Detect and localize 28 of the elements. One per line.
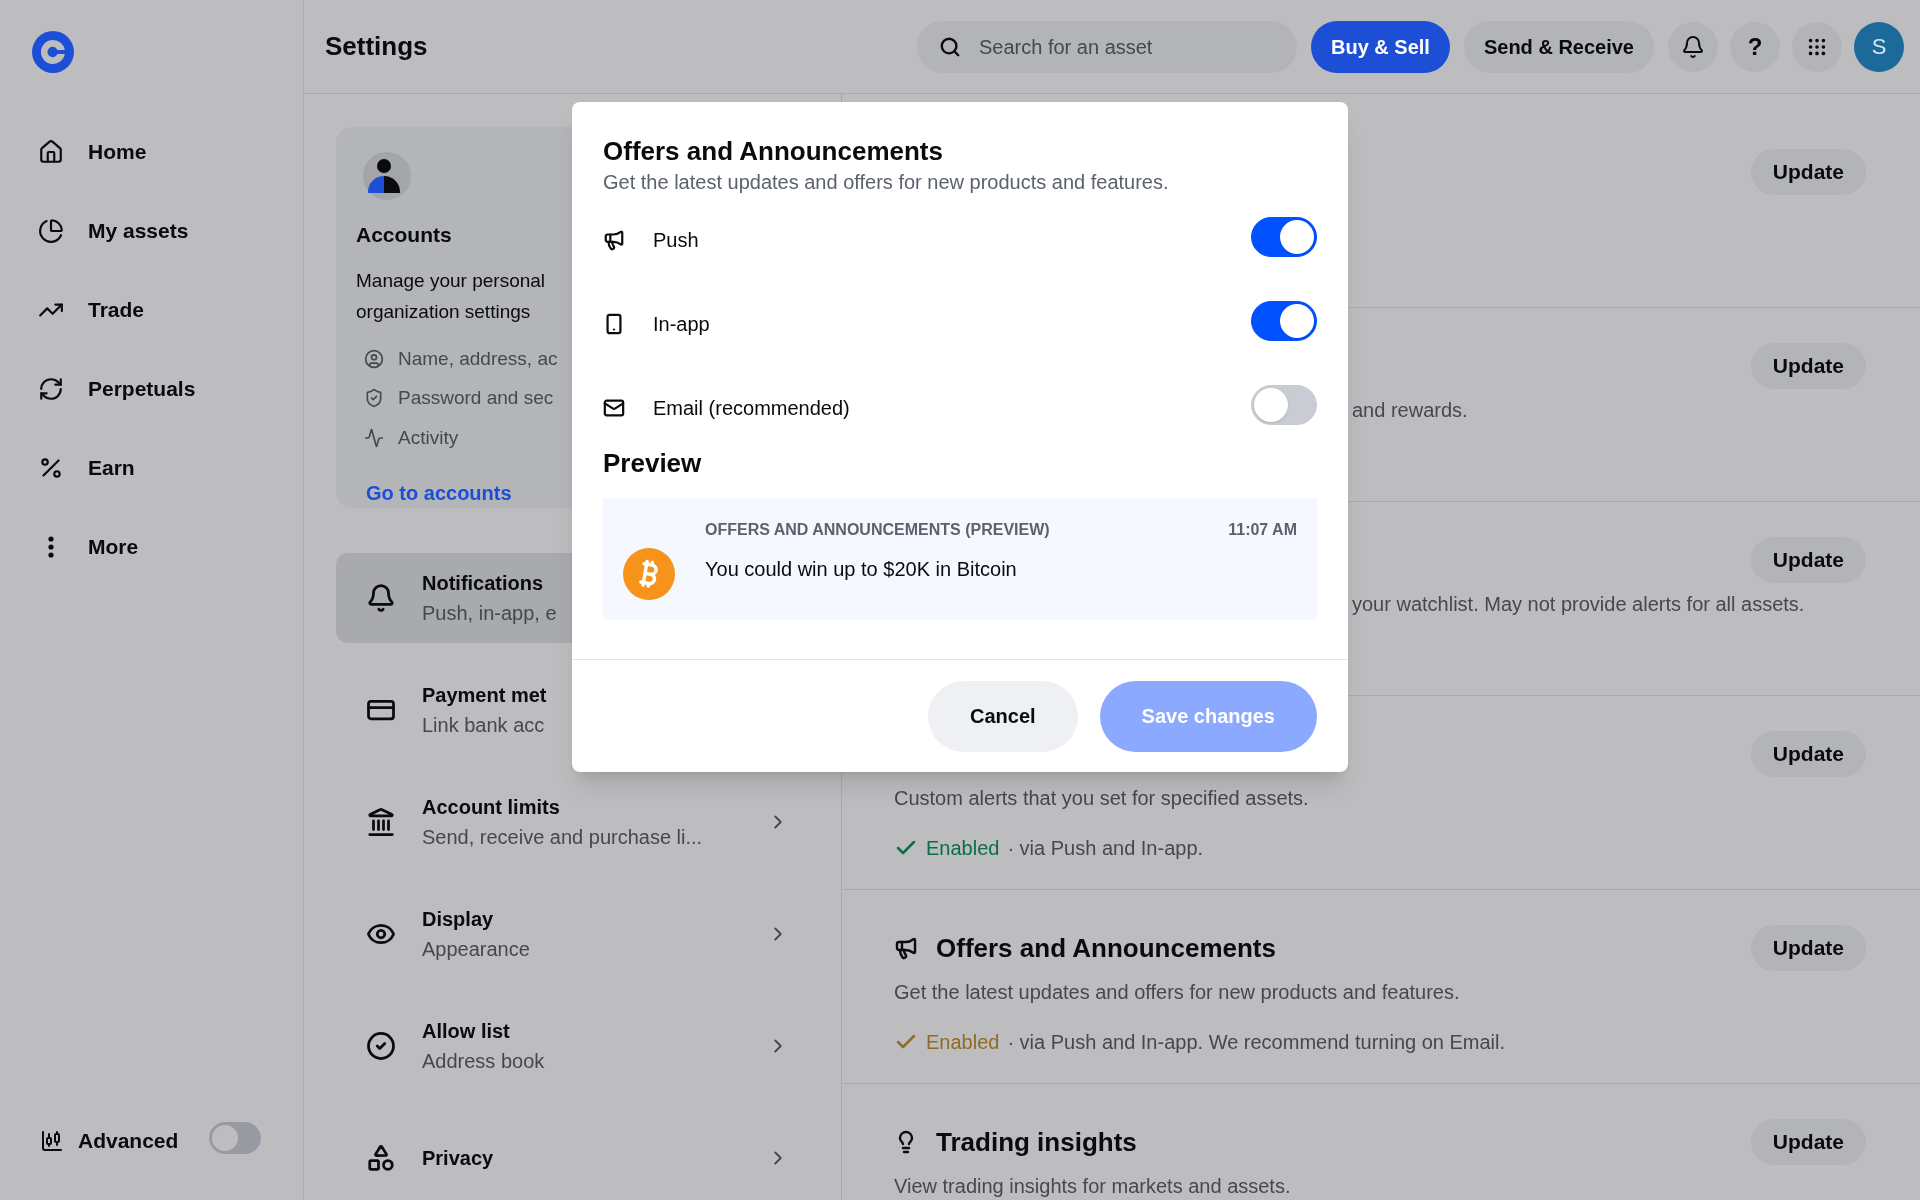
channel-label: Email (recommended) (653, 396, 850, 421)
advanced-label: Advanced (78, 1128, 179, 1155)
preview-message: You could win up to $20K in Bitcoin (705, 557, 1018, 582)
section-description: Get the latest updates and offers for new products and features. (894, 980, 1460, 1004)
status-label: Enabled (926, 836, 1000, 861)
section-description: View trading insights for markets and assets. (894, 1174, 1291, 1198)
card-description: organization settings (356, 299, 531, 324)
status-detail: · via Push and In-app. (1007, 836, 1204, 861)
section-description: your watchlist. May not provide alerts for all assets. (1352, 592, 1805, 616)
preview-category: OFFERS AND ANNOUNCEMENTS (PREVIEW) (705, 520, 1050, 540)
page-title: Settings (325, 30, 428, 63)
modal-title: Offers and Announcements (603, 135, 944, 168)
card-description: Manage your personal (356, 268, 546, 293)
card-item: Password and sec (398, 386, 554, 410)
channel-label: Push (653, 228, 699, 253)
card-title: Accounts (356, 222, 452, 248)
card-item: Name, address, ac (398, 346, 558, 371)
modal-subtitle: Get the latest updates and offers for new products and features. (603, 170, 1170, 195)
section-title: Offers and Announcements (936, 931, 1276, 965)
preview-time: 11:07 AM (1228, 520, 1297, 540)
section-description: and rewards. (1352, 398, 1468, 422)
status-detail: · via Push and In-app. We recommend turning on Email. (1007, 1030, 1506, 1055)
card-item: Activity (398, 425, 459, 450)
section-description: Custom alerts that you set for specified assets. (894, 786, 1309, 810)
section-title: Trading insights (936, 1125, 1137, 1159)
preview-heading: Preview (603, 447, 703, 480)
channel-label: In-app (653, 312, 710, 337)
status-label: Enabled (926, 1030, 1000, 1055)
